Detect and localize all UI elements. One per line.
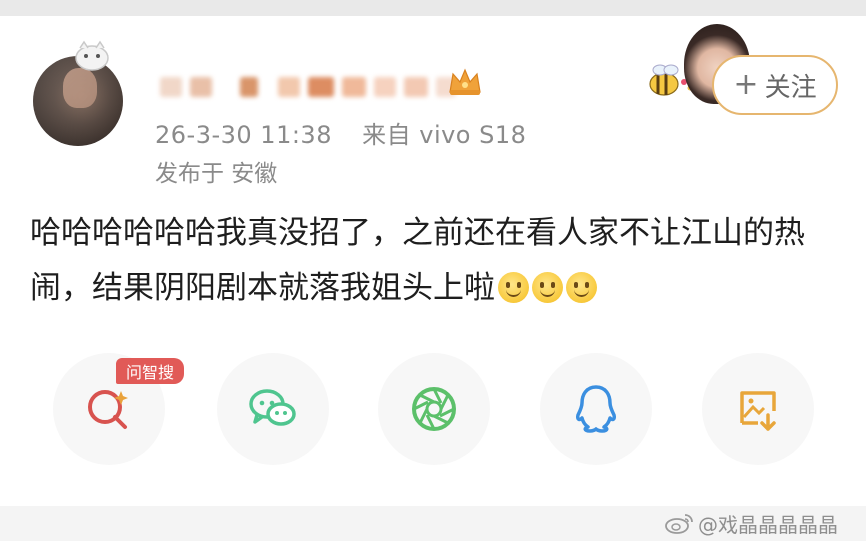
share-moments-button[interactable] xyxy=(378,353,490,465)
share-qq-button[interactable] xyxy=(540,353,652,465)
post-meta: 26-3-30 11:38 来自 vivo S18 xyxy=(155,115,548,150)
smile-emoji-icon xyxy=(532,272,563,303)
share-wechat-button[interactable] xyxy=(217,353,329,465)
moments-icon xyxy=(412,387,456,431)
post-body-text: 哈哈哈哈哈哈我真没招了，之前还在看人家不让江山的热闹，结果阴阳剧本就落我姐头上啦 xyxy=(30,215,805,306)
smile-emoji-icon xyxy=(566,272,597,303)
ai-search-icon xyxy=(88,390,128,429)
top-divider xyxy=(0,0,866,16)
ai-search-badge: 问智搜 xyxy=(116,358,184,384)
post-timestamp: 26-3-30 11:38 xyxy=(155,121,332,149)
avatar-pendant-icon xyxy=(75,40,109,71)
save-image-button[interactable] xyxy=(702,353,814,465)
qq-icon xyxy=(576,385,616,433)
crown-vip-icon xyxy=(449,68,481,95)
post-body: 哈哈哈哈哈哈我真没招了，之前还在看人家不让江山的热闹，结果阴阳剧本就落我姐头上啦 xyxy=(30,206,840,316)
save-image-icon xyxy=(740,391,776,431)
weibo-icon xyxy=(665,514,693,534)
username-obscured[interactable] xyxy=(160,72,456,102)
post-source[interactable]: 来自 vivo S18 xyxy=(362,121,526,149)
follow-button[interactable]: + 关注 xyxy=(712,55,838,115)
weibo-watermark: @戏晶晶晶晶晶 xyxy=(664,509,838,537)
watermark-text: @戏晶晶晶晶晶 xyxy=(698,512,838,537)
smile-emoji-icon xyxy=(498,272,529,303)
post-location: 发布于 安徽 xyxy=(155,161,278,187)
wechat-icon xyxy=(249,389,296,426)
plus-icon: + xyxy=(733,67,759,102)
follow-button-label: 关注 xyxy=(764,72,817,103)
